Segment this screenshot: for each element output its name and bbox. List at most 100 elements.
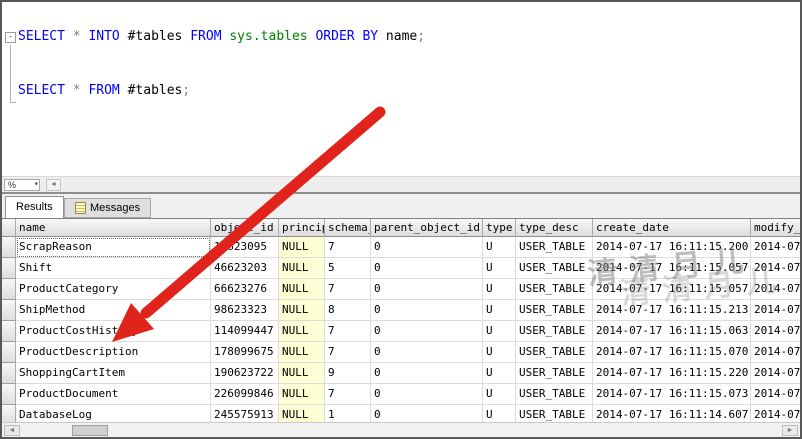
- grid-cell[interactable]: 0: [371, 321, 483, 342]
- grid-cell[interactable]: U: [483, 258, 516, 279]
- grid-cell[interactable]: USER_TABLE: [516, 363, 593, 384]
- grid-cell[interactable]: 2014-07-: [751, 237, 800, 258]
- grid-cell[interactable]: ShipMethod: [16, 300, 211, 321]
- horizontal-scrollbar[interactable]: ◄ ►: [2, 422, 800, 437]
- grid-cell[interactable]: ProductCategory: [16, 279, 211, 300]
- grid-cell[interactable]: 2014-07-17 16:11:15.063: [593, 321, 751, 342]
- grid-cell[interactable]: 2014-07-: [751, 384, 800, 405]
- grid-cell[interactable]: 2014-07-: [751, 342, 800, 363]
- grid-cell[interactable]: U: [483, 342, 516, 363]
- grid-cell[interactable]: 7: [325, 342, 371, 363]
- grid-cell[interactable]: NULL: [279, 279, 325, 300]
- grid-cell[interactable]: 2014-07-: [751, 300, 800, 321]
- sql-editor[interactable]: - SELECT * INTO #tables FROM sys.tables …: [2, 2, 800, 176]
- grid-cell[interactable]: ScrapReason: [16, 237, 211, 258]
- grid-cell[interactable]: DatabaseLog: [16, 405, 211, 422]
- grid-cell[interactable]: USER_TABLE: [516, 279, 593, 300]
- row-selector[interactable]: [2, 300, 16, 321]
- grid-header-modify_date[interactable]: modify_date: [751, 219, 800, 237]
- scrollbar-thumb[interactable]: [72, 425, 108, 436]
- grid-header-name[interactable]: name: [16, 219, 211, 237]
- grid-cell[interactable]: USER_TABLE: [516, 384, 593, 405]
- grid-cell[interactable]: 2014-07-17 16:11:15.070: [593, 342, 751, 363]
- grid-cell[interactable]: 0: [371, 258, 483, 279]
- grid-cell[interactable]: 0: [371, 363, 483, 384]
- grid-cell[interactable]: USER_TABLE: [516, 342, 593, 363]
- grid-header-type[interactable]: type: [483, 219, 516, 237]
- grid-cell[interactable]: 2014-07-17 16:11:15.200: [593, 237, 751, 258]
- grid-cell[interactable]: USER_TABLE: [516, 237, 593, 258]
- grid-cell[interactable]: 14623095: [211, 237, 279, 258]
- grid-cell[interactable]: 2014-07-17 16:11:15.073: [593, 384, 751, 405]
- tab-results[interactable]: Results: [5, 196, 64, 218]
- row-selector[interactable]: [2, 405, 16, 422]
- grid-cell[interactable]: U: [483, 300, 516, 321]
- row-selector[interactable]: [2, 342, 16, 363]
- scroll-right-icon[interactable]: ►: [782, 425, 798, 436]
- grid-cell[interactable]: U: [483, 384, 516, 405]
- grid-cell[interactable]: 2014-07-17 16:11:15.057: [593, 258, 751, 279]
- grid-cell[interactable]: 9: [325, 363, 371, 384]
- grid-header-create_date[interactable]: create_date: [593, 219, 751, 237]
- row-selector[interactable]: [2, 384, 16, 405]
- scroll-left-icon[interactable]: ◄: [4, 425, 20, 436]
- grid-cell[interactable]: USER_TABLE: [516, 300, 593, 321]
- grid-cell[interactable]: 98623323: [211, 300, 279, 321]
- grid-cell[interactable]: 114099447: [211, 321, 279, 342]
- grid-header-principal_id[interactable]: principal_id: [279, 219, 325, 237]
- tab-messages[interactable]: Messages: [64, 198, 151, 218]
- grid-cell[interactable]: U: [483, 363, 516, 384]
- grid-cell[interactable]: NULL: [279, 237, 325, 258]
- grid-cell[interactable]: 226099846: [211, 384, 279, 405]
- grid-cell[interactable]: 2014-07-: [751, 258, 800, 279]
- grid-cell[interactable]: ProductCostHistory: [16, 321, 211, 342]
- row-selector[interactable]: [2, 363, 16, 384]
- grid-cell[interactable]: Shift: [16, 258, 211, 279]
- grid-cell[interactable]: USER_TABLE: [516, 321, 593, 342]
- row-selector[interactable]: [2, 321, 16, 342]
- grid-header-type_desc[interactable]: type_desc: [516, 219, 593, 237]
- grid-header-object_id[interactable]: object_id: [211, 219, 279, 237]
- collapse-region-icon[interactable]: -: [5, 32, 16, 43]
- grid-cell[interactable]: 2014-07-17 16:11:15.057: [593, 279, 751, 300]
- chevron-down-icon[interactable]: ▾: [34, 180, 38, 190]
- grid-cell[interactable]: 0: [371, 405, 483, 422]
- grid-cell[interactable]: 46623203: [211, 258, 279, 279]
- grid-cell[interactable]: 178099675: [211, 342, 279, 363]
- grid-cell[interactable]: 2014-07-: [751, 363, 800, 384]
- grid-cell[interactable]: U: [483, 405, 516, 422]
- grid-header-parent_object_id[interactable]: parent_object_id: [371, 219, 483, 237]
- grid-cell[interactable]: USER_TABLE: [516, 405, 593, 422]
- grid-cell[interactable]: 7: [325, 321, 371, 342]
- grid-cell[interactable]: NULL: [279, 321, 325, 342]
- grid-cell[interactable]: ShoppingCartItem: [16, 363, 211, 384]
- grid-cell[interactable]: 2014-07-: [751, 405, 800, 422]
- grid-cell[interactable]: 7: [325, 384, 371, 405]
- grid-cell[interactable]: 190623722: [211, 363, 279, 384]
- grid-cell[interactable]: 5: [325, 258, 371, 279]
- grid-cell[interactable]: 7: [325, 279, 371, 300]
- grid-cell[interactable]: 7: [325, 237, 371, 258]
- grid-cell[interactable]: 0: [371, 300, 483, 321]
- grid-cell[interactable]: 8: [325, 300, 371, 321]
- grid-cell[interactable]: 2014-07-17 16:11:14.607: [593, 405, 751, 422]
- grid-cell[interactable]: 0: [371, 279, 483, 300]
- grid-cell[interactable]: 0: [371, 384, 483, 405]
- row-selector[interactable]: [2, 237, 16, 258]
- grid-cell[interactable]: U: [483, 321, 516, 342]
- editor-hscroll-left-icon[interactable]: ◄: [46, 179, 61, 191]
- grid-cell[interactable]: 0: [371, 237, 483, 258]
- grid-cell[interactable]: 2014-07-: [751, 321, 800, 342]
- grid-cell[interactable]: NULL: [279, 405, 325, 422]
- row-selector[interactable]: [2, 258, 16, 279]
- grid-cell[interactable]: ProductDocument: [16, 384, 211, 405]
- grid-cell[interactable]: USER_TABLE: [516, 258, 593, 279]
- grid-cell[interactable]: U: [483, 279, 516, 300]
- select-all-corner[interactable]: [2, 219, 16, 237]
- grid-header-schema_id[interactable]: schema_id: [325, 219, 371, 237]
- grid-cell[interactable]: NULL: [279, 300, 325, 321]
- grid-cell[interactable]: 66623276: [211, 279, 279, 300]
- grid-cell[interactable]: 2014-07-17 16:11:15.220: [593, 363, 751, 384]
- grid-cell[interactable]: 2014-07-17 16:11:15.213: [593, 300, 751, 321]
- grid-cell[interactable]: NULL: [279, 258, 325, 279]
